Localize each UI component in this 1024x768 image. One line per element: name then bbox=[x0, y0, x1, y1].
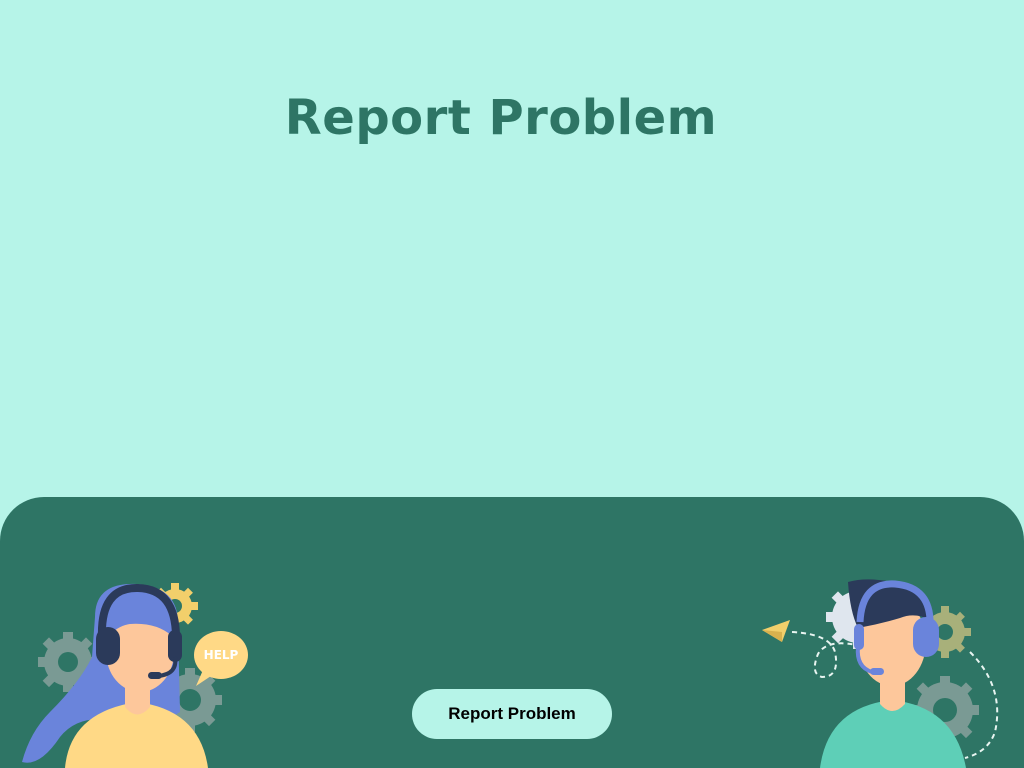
paper-plane-icon bbox=[762, 620, 790, 642]
svg-text:HELP: HELP bbox=[204, 648, 239, 662]
report-problem-screen: Report Problem HELP Report Problem bbox=[0, 0, 1024, 768]
male-support-agent-icon bbox=[762, 579, 999, 768]
report-problem-button[interactable]: Report Problem bbox=[412, 689, 612, 739]
page-title: Report Problem bbox=[284, 90, 718, 146]
female-support-agent-icon: HELP bbox=[22, 583, 248, 768]
help-speech-bubble: HELP bbox=[194, 631, 248, 686]
bottom-panel: HELP Report Problem bbox=[0, 497, 1024, 768]
